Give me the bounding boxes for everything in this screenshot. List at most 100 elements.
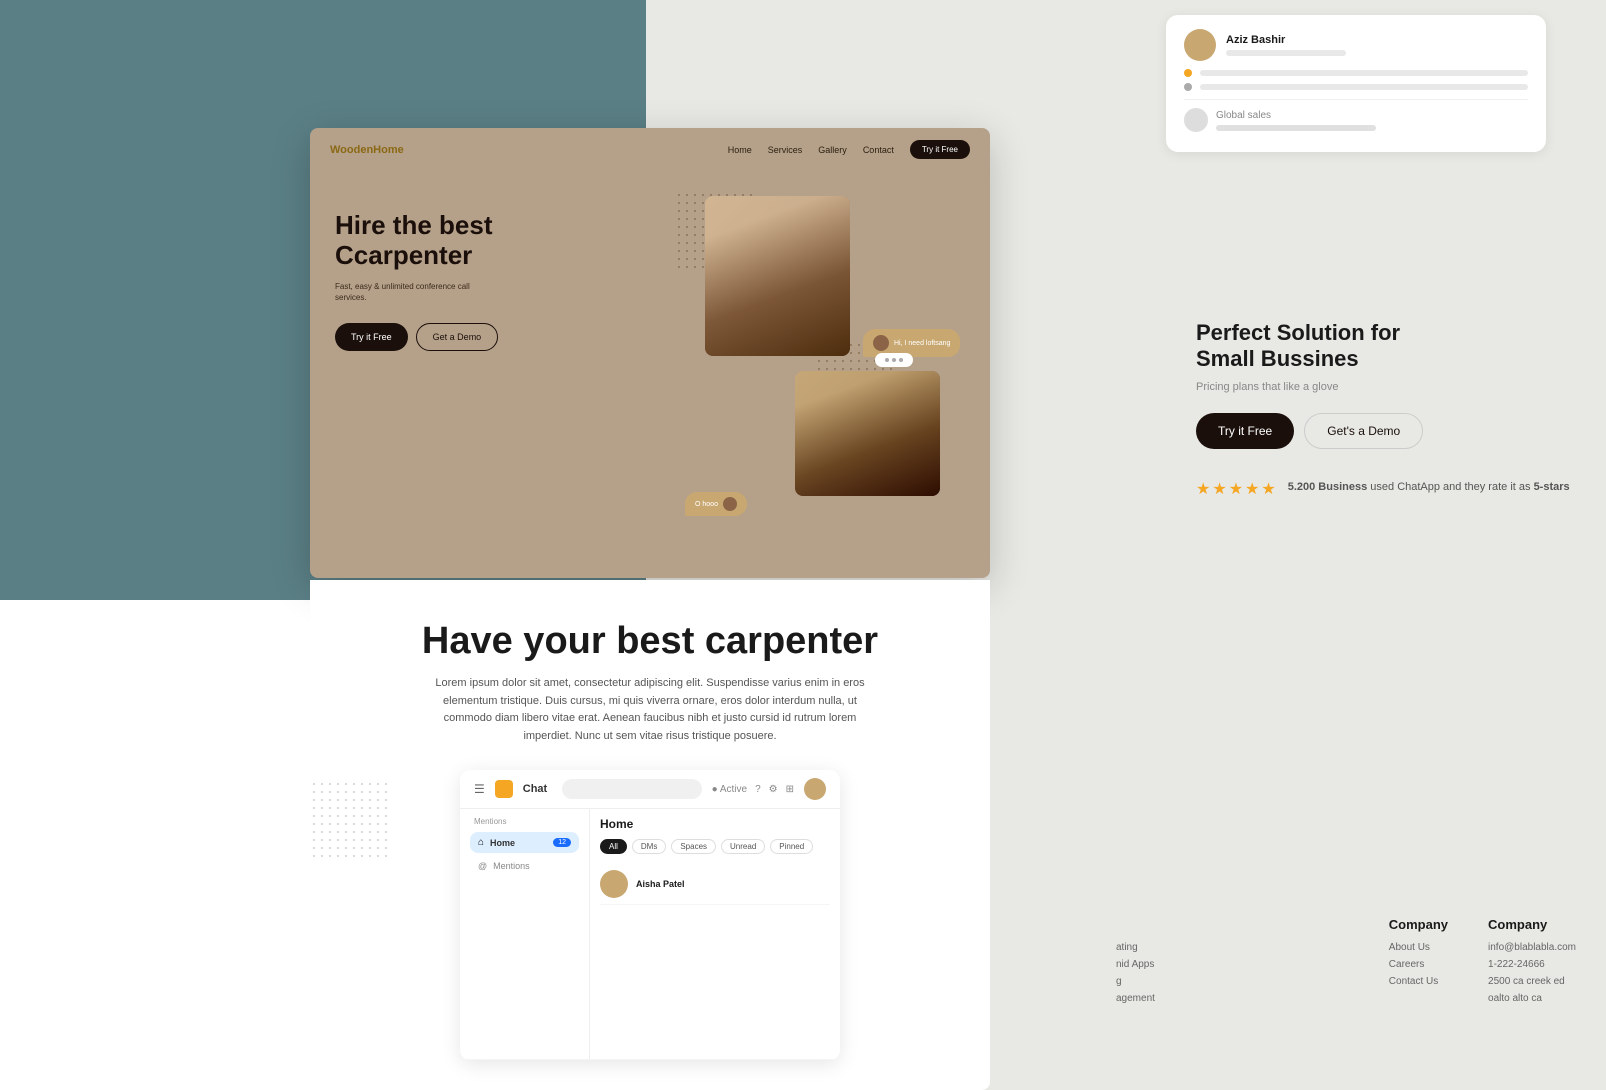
avatar [1184,29,1216,61]
carpenter-image-2-inner [795,371,940,496]
carpenter-image-1-inner [705,196,850,356]
wooden-hero-title: Hire the best Ccarpenter [335,211,665,271]
dot-pattern-card [310,780,390,860]
chat-bubble-bottom: O hooo [685,492,747,516]
chat-bubble-hi: Hi, I need loftsang [863,329,960,357]
global-bar [1216,125,1376,131]
chat-main-title: Home [600,817,830,831]
chat-app-bar: ☰ Chat ● Active ? ⚙ ⊞ [460,770,840,809]
filter-tab-all[interactable]: All [600,839,627,854]
footer-col-1-title: Company [1389,917,1448,932]
global-sales-label: Global sales [1216,110,1376,121]
wooden-hero-left: Hire the best Ccarpenter Fast, easy & un… [335,181,665,566]
hamburger-icon[interactable]: ☰ [474,782,485,796]
chat-main: Home All DMs Spaces Unread Pinned Aisha … [590,809,840,1059]
nav-cta-button[interactable]: Try it Free [910,140,970,159]
wooden-hero-subtitle: Fast, easy & unlimited conference call s… [335,281,485,303]
perfect-solution-subtitle: Pricing plans that like a glove [1196,381,1576,393]
mentions-icon: @ [478,861,487,871]
footer-link-address2[interactable]: oalto alto ca [1488,993,1576,1004]
rating-bold: 5-stars [1534,481,1570,493]
global-sales-info: Global sales [1216,110,1376,131]
wooden-hero: Hire the best Ccarpenter Fast, easy & un… [310,171,990,578]
footer-col-2-title: Company [1488,917,1576,932]
chat-mentions-item[interactable]: @ Mentions [470,857,579,875]
chat-bubble-avatar [723,497,737,511]
footer-link-email[interactable]: info@blablabla.com [1488,942,1576,953]
footer-link-about[interactable]: About Us [1389,942,1448,953]
rating-count: 5.200 Business [1288,481,1368,493]
nav-home[interactable]: Home [728,145,752,155]
nav-contact[interactable]: Contact [863,145,894,155]
rating-text: 5.200 Business used ChatApp and they rat… [1288,479,1570,496]
perfect-try-free-button[interactable]: Try it Free [1196,413,1294,449]
status-bar [1200,70,1528,76]
nav-services[interactable]: Services [768,145,803,155]
white-section-title: Have your best carpenter [340,620,960,663]
footer-link-address1[interactable]: 2500 ca creek ed [1488,976,1576,987]
white-section: Have your best carpenter Lorem ipsum dol… [310,580,990,1090]
message-sender-name: Aisha Patel [636,879,830,889]
filter-tab-unread[interactable]: Unread [721,839,765,854]
status-bar-2 [1200,84,1528,90]
chat-home-label: Home [490,838,515,848]
wooden-btn-group: Try it Free Get a Demo [335,323,665,351]
get-demo-button[interactable]: Get a Demo [416,323,499,351]
rating-mid: used ChatApp and they rate it as [1370,481,1530,493]
footer-left-partial: ating nid Apps g agement [1116,942,1236,1010]
chat-home-badge: 12 [553,838,571,847]
status-dot-orange [1184,69,1192,77]
top-right-widget: Aziz Bashir Global sales [1166,15,1546,162]
carpenter-image-1 [705,196,850,356]
filter-tab-pinned[interactable]: Pinned [770,839,813,854]
filter-tab-dms[interactable]: DMs [632,839,666,854]
hero-title-line2: Ccarpenter [335,240,472,270]
rating-section: ★ ★ ★ ★ ★ 5.200 Business used ChatApp an… [1196,479,1576,499]
footer-partial-link-3[interactable]: g [1116,976,1236,987]
global-sales-icon [1184,108,1208,132]
footer-partial-link-4[interactable]: agement [1116,993,1236,1004]
wooden-card: WoodenHome Home Services Gallery Contact… [310,128,990,578]
grid-icon[interactable]: ⊞ [786,784,794,795]
footer-link-phone[interactable]: 1-222-24666 [1488,959,1576,970]
chat-icon-yellow [495,780,513,798]
user-name: Aziz Bashir [1226,34,1528,46]
typing-dot-1 [885,358,889,362]
chat-bar-icons: ● Active ? ⚙ ⊞ [712,784,794,795]
try-free-button[interactable]: Try it Free [335,323,408,351]
user-widget-card: Aziz Bashir Global sales [1166,15,1546,152]
stars-row: ★ ★ ★ ★ ★ [1196,479,1276,499]
wooden-logo: WoodenHome [330,144,404,156]
global-sales-row: Global sales [1184,108,1528,132]
footer-link-careers[interactable]: Careers [1389,959,1448,970]
perfect-get-demo-button[interactable]: Get's a Demo [1304,413,1423,449]
chat-sidebar: Mentions ⌂ Home 12 @ Mentions [460,809,590,1059]
user-info: Aziz Bashir [1226,34,1528,56]
chat-avatar-small [873,335,889,351]
chat-bubble-bottom-text: O hooo [695,501,718,508]
nav-gallery[interactable]: Gallery [818,145,847,155]
star-3: ★ [1229,479,1243,499]
status-row-1 [1184,69,1528,77]
chat-bubble-hi-text: Hi, I need loftsang [894,340,950,347]
message-info: Aisha Patel [636,879,830,889]
typing-dot-3 [899,358,903,362]
perfect-title-line2: Small Bussines [1196,346,1359,371]
chat-user-avatar [804,778,826,800]
footer-partial-link-2[interactable]: nid Apps [1116,959,1236,970]
chat-home-item[interactable]: ⌂ Home 12 [470,832,579,853]
user-row: Aziz Bashir [1184,29,1528,61]
chat-app-body: Mentions ⌂ Home 12 @ Mentions Home All D… [460,809,840,1059]
footer-partial-link-1[interactable]: ating [1116,942,1236,953]
settings-icon[interactable]: ⚙ [769,784,778,795]
status-row-2 [1184,83,1528,91]
footer-link-contact[interactable]: Contact Us [1389,976,1448,987]
chat-search-bar[interactable] [562,779,701,799]
help-icon[interactable]: ? [755,784,761,795]
chat-app-preview: ☰ Chat ● Active ? ⚙ ⊞ Mentions ⌂ Home 12 [460,770,840,1060]
active-status: ● Active [712,784,748,795]
footer-col-2: Company info@blablabla.com 1-222-24666 2… [1488,917,1576,1010]
chat-message-item[interactable]: Aisha Patel [600,864,830,905]
filter-tab-spaces[interactable]: Spaces [671,839,716,854]
shortcuts-label: Mentions [470,817,579,826]
